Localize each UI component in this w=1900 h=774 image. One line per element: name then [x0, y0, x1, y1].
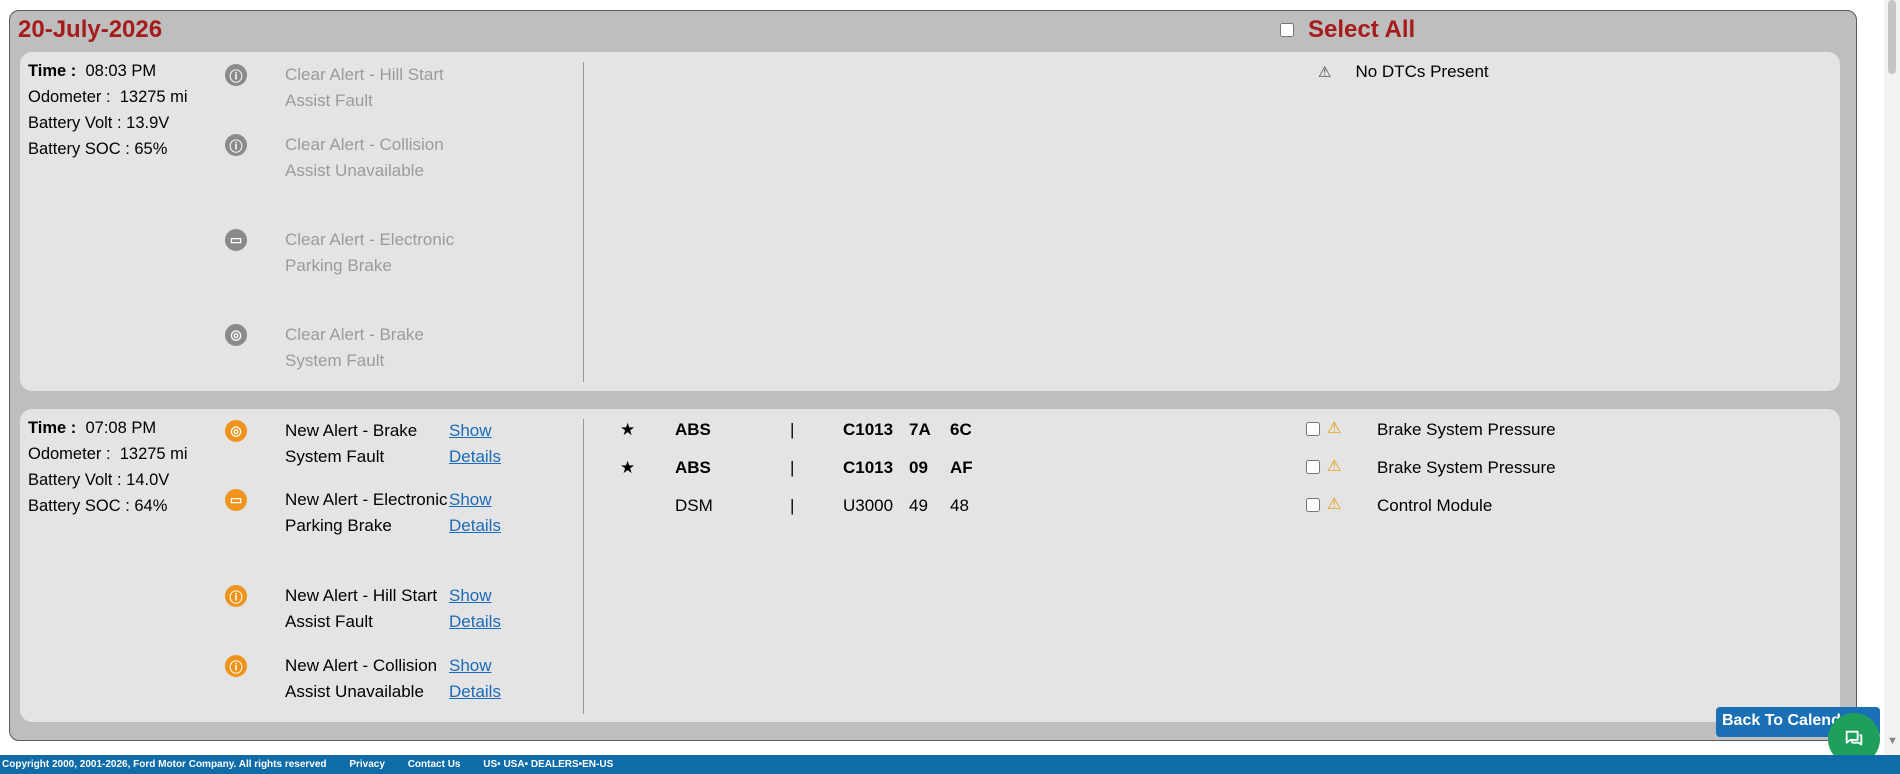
alert-text: Clear Alert - Electronic Parking Brake — [285, 230, 455, 275]
dtc-byte: 49 — [909, 496, 928, 515]
dtc-description: Brake System Pressure — [1377, 458, 1556, 477]
alert-item: ▭ New Alert - Electronic Parking Brake S… — [225, 487, 501, 535]
select-all-checkbox[interactable] — [1280, 23, 1294, 37]
warning-icon: ⚠ — [1318, 64, 1332, 81]
odometer-value: 13275 mi — [119, 445, 188, 463]
column-divider — [583, 62, 584, 382]
dtc-byte: 48 — [950, 496, 969, 515]
time-value: 08:03 PM — [85, 62, 157, 80]
time-value: 07:08 PM — [85, 419, 157, 437]
dtc-separator: | — [790, 420, 795, 439]
warning-icon: ⚠ — [1327, 420, 1342, 437]
battery-soc-label: Battery SOC : — [28, 140, 130, 158]
scrollbar[interactable]: ▼ — [1884, 0, 1900, 755]
dtc-description: Control Module — [1377, 496, 1493, 515]
dtc-byte: 6C — [950, 420, 972, 439]
alert-text: New Alert - Brake System Fault — [285, 421, 418, 466]
date-heading: 20-July-2026 — [18, 16, 163, 43]
battery-soc-label: Battery SOC : — [28, 497, 130, 515]
battery-volt-value: 14.0V — [126, 471, 170, 489]
alert-item: ◎ Clear Alert - Brake System Fault — [225, 322, 424, 370]
dtc-module: ABS — [675, 420, 711, 439]
dtc-module: ABS — [675, 458, 711, 477]
vehicle-info: Time : 07:08 PM Odometer : 13275 mi Batt… — [28, 415, 188, 519]
show-details-link[interactable]: Show Details — [449, 653, 509, 705]
alert-item: ▭ Clear Alert - Electronic Parking Brake — [225, 227, 454, 275]
dtc-byte: 09 — [909, 458, 928, 477]
alert-item: ⓘ Clear Alert - Collision Assist Unavail… — [225, 132, 444, 180]
chat-icon — [1845, 730, 1863, 746]
info-icon: ⓘ — [225, 585, 247, 607]
select-all-control[interactable]: Select All — [1280, 16, 1415, 44]
alert-item: ⓘ New Alert - Hill Start Assist Fault Sh… — [225, 583, 501, 631]
scroll-down-arrow-icon[interactable]: ▼ — [1887, 735, 1898, 747]
no-dtc-text: No DTCs Present — [1355, 62, 1489, 81]
dtc-row: ★ ABS | C1013 7A 6C ⚠ Brake System Press… — [620, 417, 1820, 443]
battery-soc-value: 65% — [134, 140, 168, 158]
info-icon: ⓘ — [225, 655, 247, 677]
battery-volt-label: Battery Volt : — [28, 114, 122, 132]
vehicle-info: Time : 08:03 PM Odometer : 13275 mi Batt… — [28, 58, 188, 162]
info-icon: ⓘ — [225, 64, 247, 86]
odometer-label: Odometer : — [28, 445, 111, 463]
alert-item: ⓘ Clear Alert - Hill Start Assist Fault — [225, 62, 444, 110]
alert-item: ⓘ New Alert - Collision Assist Unavailab… — [225, 653, 501, 701]
show-details-link[interactable]: Show Details — [449, 418, 509, 470]
info-icon: ⓘ — [225, 134, 247, 156]
dtc-description: Brake System Pressure — [1377, 420, 1556, 439]
dtc-checkbox[interactable] — [1306, 498, 1320, 512]
odometer-value: 13275 mi — [119, 88, 188, 106]
warning-icon: ⚠ — [1327, 496, 1342, 513]
footer: Copyright 2000, 2001-2026, Ford Motor Co… — [0, 755, 1900, 774]
event-card: Time : 08:03 PM Odometer : 13275 mi Batt… — [20, 52, 1840, 391]
dtc-module: DSM — [675, 496, 713, 515]
warning-icon: ⚠ — [1327, 458, 1342, 475]
column-divider — [583, 419, 584, 714]
no-dtc-message: ⚠ No DTCs Present — [1318, 62, 1489, 82]
dtc-byte: AF — [950, 458, 973, 477]
alert-text: Clear Alert - Brake System Fault — [285, 325, 424, 370]
privacy-link[interactable]: Privacy — [349, 759, 385, 770]
dtc-code: C1013 — [843, 458, 894, 477]
alert-text: New Alert - Collision Assist Unavailable — [285, 656, 438, 701]
time-label: Time : — [28, 62, 77, 80]
event-card: Time : 07:08 PM Odometer : 13275 mi Batt… — [20, 409, 1840, 722]
dtc-row: DSM | U3000 49 48 ⚠ Control Module — [620, 493, 1820, 519]
dtc-byte: 7A — [909, 420, 931, 439]
contact-link[interactable]: Contact Us — [408, 759, 461, 770]
show-details-link[interactable]: Show Details — [449, 583, 509, 635]
scrollbar-thumb[interactable] — [1888, 0, 1896, 74]
star-icon: ★ — [620, 420, 636, 439]
alert-text: Clear Alert - Collision Assist Unavailab… — [285, 135, 444, 180]
dtc-checkbox[interactable] — [1306, 422, 1320, 436]
battery-soc-value: 64% — [134, 497, 168, 515]
time-label: Time : — [28, 419, 77, 437]
odometer-label: Odometer : — [28, 88, 111, 106]
brake-icon: ◎ — [225, 324, 247, 346]
parking-brake-icon: ▭ — [225, 229, 247, 251]
brake-icon: ◎ — [225, 420, 247, 442]
battery-volt-label: Battery Volt : — [28, 471, 122, 489]
alert-item: ◎ New Alert - Brake System Fault Show De… — [225, 418, 501, 466]
dtc-checkbox[interactable] — [1306, 460, 1320, 474]
parking-brake-icon: ▭ — [225, 489, 247, 511]
dtc-separator: | — [790, 496, 795, 515]
alert-text: New Alert - Hill Start Assist Fault — [285, 586, 438, 631]
copyright-text: Copyright 2000, 2001-2026, Ford Motor Co… — [2, 759, 327, 770]
battery-volt-value: 13.9V — [126, 114, 170, 132]
star-icon: ★ — [620, 458, 636, 477]
dtc-separator: | — [790, 458, 795, 477]
show-details-link[interactable]: Show Details — [449, 487, 509, 539]
select-all-label[interactable]: Select All — [1308, 16, 1415, 44]
dtc-row: ★ ABS | C1013 09 AF ⚠ Brake System Press… — [620, 455, 1820, 481]
dtc-code: C1013 — [843, 420, 894, 439]
alert-text: New Alert - Electronic Parking Brake — [285, 490, 448, 535]
locale-text: US• USA• DEALERS•EN-US — [483, 759, 614, 770]
alert-text: Clear Alert - Hill Start Assist Fault — [285, 65, 444, 110]
dtc-code: U3000 — [843, 496, 894, 515]
